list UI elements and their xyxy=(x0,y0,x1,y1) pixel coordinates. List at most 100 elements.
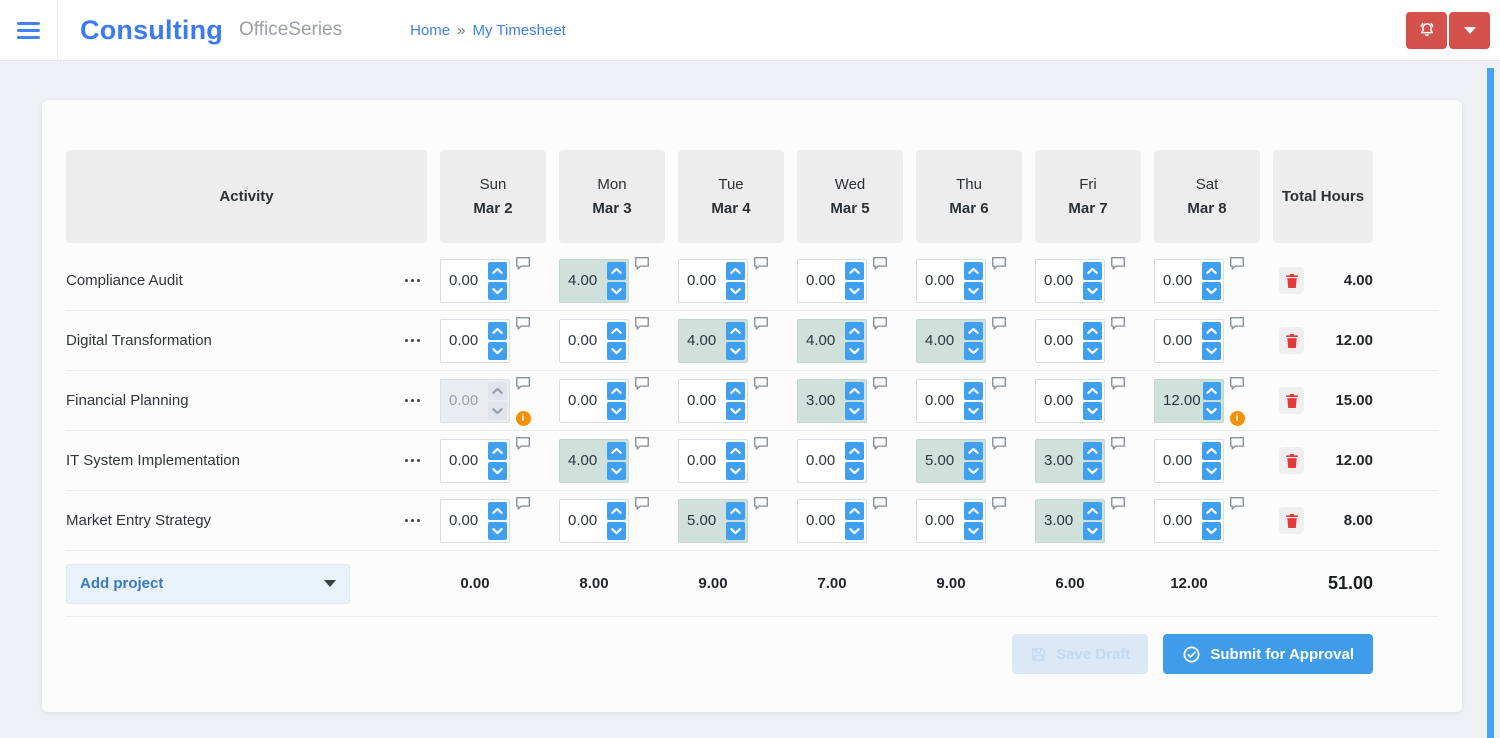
comment-icon[interactable] xyxy=(1110,436,1126,450)
comment-icon[interactable] xyxy=(753,376,769,390)
comment-icon[interactable] xyxy=(991,256,1007,270)
hours-input[interactable]: 12.00 xyxy=(1154,378,1224,423)
hours-value[interactable]: 0.00 xyxy=(798,440,843,482)
hours-input[interactable]: 0.00 xyxy=(440,378,510,423)
comment-icon[interactable] xyxy=(634,436,650,450)
hours-input[interactable]: 0.00 xyxy=(678,438,748,483)
decrement-button[interactable] xyxy=(1083,341,1102,360)
decrement-button[interactable] xyxy=(607,401,626,420)
hours-value[interactable]: 0.00 xyxy=(1036,380,1081,422)
hours-input[interactable]: 0.00 xyxy=(797,258,867,303)
hours-input[interactable]: 4.00 xyxy=(916,318,986,363)
decrement-button[interactable] xyxy=(845,461,864,480)
comment-icon[interactable] xyxy=(634,496,650,510)
hours-input[interactable]: 3.00 xyxy=(1035,498,1105,543)
hours-input[interactable]: 0.00 xyxy=(916,258,986,303)
comment-icon[interactable] xyxy=(1229,256,1245,270)
menu-button[interactable] xyxy=(0,0,58,60)
hours-value[interactable]: 0.00 xyxy=(679,260,724,302)
increment-button[interactable] xyxy=(845,261,864,280)
increment-button[interactable] xyxy=(1202,381,1221,400)
comment-icon[interactable] xyxy=(753,256,769,270)
increment-button[interactable] xyxy=(964,501,983,520)
increment-button[interactable] xyxy=(607,381,626,400)
hours-input[interactable]: 0.00 xyxy=(916,378,986,423)
decrement-button[interactable] xyxy=(726,341,745,360)
increment-button[interactable] xyxy=(726,261,745,280)
increment-button[interactable] xyxy=(488,441,507,460)
increment-button[interactable] xyxy=(488,261,507,280)
decrement-button[interactable] xyxy=(1202,341,1221,360)
delete-row-button[interactable] xyxy=(1279,387,1304,414)
hours-value[interactable]: 0.00 xyxy=(917,380,962,422)
increment-button[interactable] xyxy=(607,501,626,520)
comment-icon[interactable] xyxy=(991,436,1007,450)
hours-value[interactable]: 0.00 xyxy=(560,500,605,542)
comment-icon[interactable] xyxy=(872,436,888,450)
increment-button[interactable] xyxy=(1083,501,1102,520)
hours-input[interactable]: 0.00 xyxy=(678,378,748,423)
comment-icon[interactable] xyxy=(1229,496,1245,510)
hours-input[interactable]: 0.00 xyxy=(440,318,510,363)
decrement-button[interactable] xyxy=(607,341,626,360)
hours-input[interactable]: 0.00 xyxy=(440,258,510,303)
decrement-button[interactable] xyxy=(726,461,745,480)
comment-icon[interactable] xyxy=(872,316,888,330)
hours-value[interactable]: 5.00 xyxy=(679,500,724,542)
increment-button[interactable] xyxy=(1202,321,1221,340)
decrement-button[interactable] xyxy=(1202,281,1221,300)
hours-value[interactable]: 0.00 xyxy=(1036,320,1081,362)
hours-value[interactable]: 0.00 xyxy=(441,440,486,482)
hours-value[interactable]: 0.00 xyxy=(679,380,724,422)
hours-value[interactable]: 0.00 xyxy=(1036,260,1081,302)
increment-button[interactable] xyxy=(726,321,745,340)
increment-button[interactable] xyxy=(607,261,626,280)
decrement-button[interactable] xyxy=(1083,281,1102,300)
comment-icon[interactable] xyxy=(991,496,1007,510)
hours-input[interactable]: 4.00 xyxy=(559,438,629,483)
increment-button[interactable] xyxy=(845,501,864,520)
hours-value[interactable]: 0.00 xyxy=(560,380,605,422)
increment-button[interactable] xyxy=(488,321,507,340)
decrement-button[interactable] xyxy=(488,401,507,420)
hours-input[interactable]: 0.00 xyxy=(797,438,867,483)
hours-input[interactable]: 0.00 xyxy=(678,258,748,303)
hours-input[interactable]: 4.00 xyxy=(797,318,867,363)
comment-icon[interactable] xyxy=(634,376,650,390)
decrement-button[interactable] xyxy=(1083,401,1102,420)
hours-input[interactable]: 0.00 xyxy=(1035,258,1105,303)
hours-input[interactable]: 0.00 xyxy=(1035,378,1105,423)
decrement-button[interactable] xyxy=(964,341,983,360)
increment-button[interactable] xyxy=(845,381,864,400)
hours-input[interactable]: 5.00 xyxy=(916,438,986,483)
hours-input[interactable]: 0.00 xyxy=(440,438,510,483)
hours-value[interactable]: 0.00 xyxy=(1155,260,1200,302)
decrement-button[interactable] xyxy=(488,521,507,540)
hours-input[interactable]: 0.00 xyxy=(916,498,986,543)
delete-row-button[interactable] xyxy=(1279,507,1304,534)
page-scrollbar[interactable] xyxy=(1487,68,1494,738)
hours-value[interactable]: 0.00 xyxy=(679,440,724,482)
comment-icon[interactable] xyxy=(634,316,650,330)
hours-input[interactable]: 0.00 xyxy=(1154,318,1224,363)
hours-input[interactable]: 4.00 xyxy=(559,258,629,303)
hours-input[interactable]: 3.00 xyxy=(797,378,867,423)
delete-row-button[interactable] xyxy=(1279,447,1304,474)
hours-value[interactable]: 3.00 xyxy=(1036,440,1081,482)
breadcrumb-current[interactable]: My Timesheet xyxy=(472,22,565,39)
hours-input[interactable]: 0.00 xyxy=(1035,318,1105,363)
comment-icon[interactable] xyxy=(753,436,769,450)
comment-icon[interactable] xyxy=(753,316,769,330)
increment-button[interactable] xyxy=(845,321,864,340)
decrement-button[interactable] xyxy=(845,401,864,420)
hours-value[interactable]: 3.00 xyxy=(798,380,843,422)
increment-button[interactable] xyxy=(607,321,626,340)
row-menu-button[interactable] xyxy=(400,514,425,527)
row-menu-button[interactable] xyxy=(400,274,425,287)
increment-button[interactable] xyxy=(1202,441,1221,460)
increment-button[interactable] xyxy=(488,381,507,400)
decrement-button[interactable] xyxy=(726,401,745,420)
comment-icon[interactable] xyxy=(1110,496,1126,510)
hours-input[interactable]: 0.00 xyxy=(1154,258,1224,303)
hours-input[interactable]: 3.00 xyxy=(1035,438,1105,483)
